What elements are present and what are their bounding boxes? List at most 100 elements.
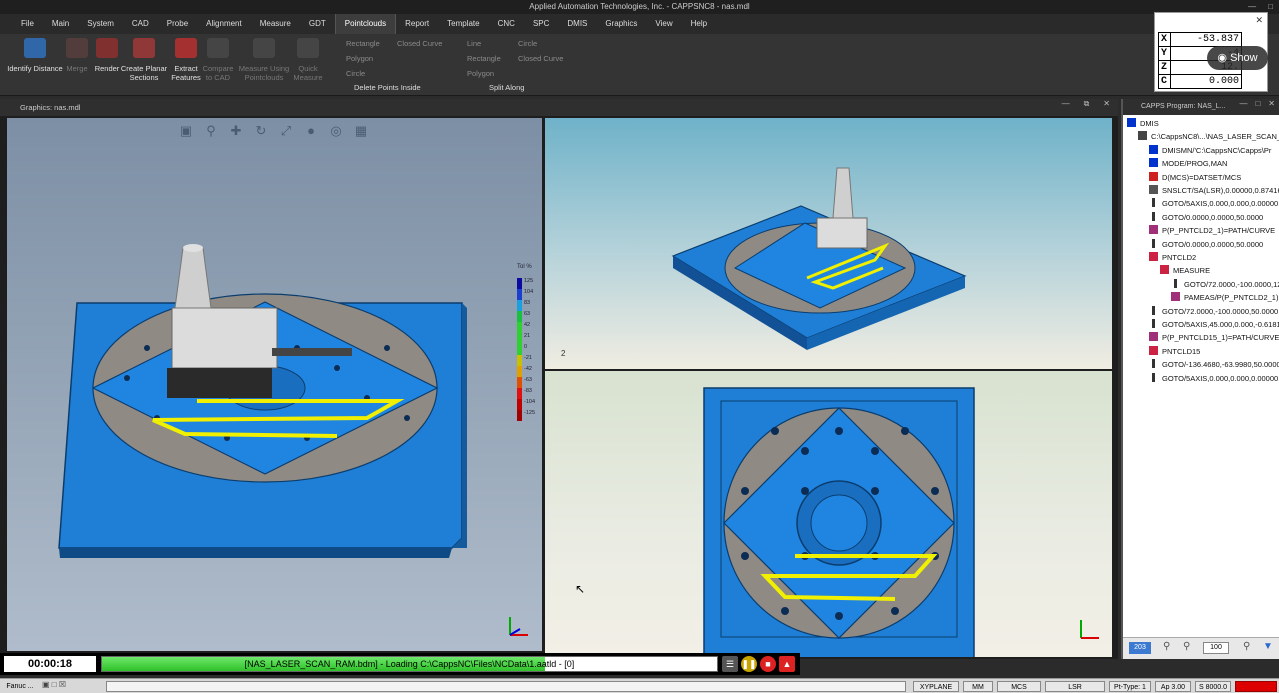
program-window: CAPPS Program: NAS_L... — □ ✕ DMIS C:\Cap… (1121, 99, 1279, 659)
ribbon-button-extract-features[interactable]: Extract Features (168, 38, 204, 82)
tree-item[interactable]: DMIS (1127, 117, 1159, 130)
split-closed-curve-option[interactable]: Closed Curve (518, 54, 563, 63)
tree-item[interactable]: GOTO/0.0000,0.0000,50.0000 (1149, 238, 1263, 251)
menu-cad[interactable]: CAD (123, 14, 158, 34)
tree-item[interactable]: PNTCLD15 (1149, 345, 1200, 358)
plane-indicator[interactable]: XYPLANE (913, 681, 959, 692)
menu-dmis[interactable]: DMIS (558, 14, 596, 34)
tree-item-label: D(MCS)=DATSET/MCS (1162, 172, 1242, 182)
viewport-isometric[interactable]: ▣ ⚲ ✚ ↻ ⤢ ● ◎ ▦ Tol % 125 104 83 63 42 2… (7, 118, 542, 651)
menu-help[interactable]: Help (682, 14, 716, 34)
units-indicator[interactable]: MM (963, 681, 993, 692)
minimize-icon[interactable]: — (1062, 99, 1070, 109)
tree-item[interactable]: PAMEAS/P(P_PNTCLD2_1) (1171, 291, 1278, 304)
ribbon-button-merge[interactable]: Merge (62, 38, 92, 73)
tree-item[interactable]: MODE/PROG,MAN (1149, 157, 1227, 170)
viewport-top-view[interactable]: ↖ (545, 371, 1112, 657)
delete-circle-option[interactable]: Circle (346, 69, 365, 78)
ribbon-button-quick-measure[interactable]: Quick Measure (290, 38, 326, 82)
menu-graphics[interactable]: Graphics (596, 14, 646, 34)
zoom-percent[interactable]: 100 (1203, 642, 1229, 654)
tree-item[interactable]: GOTO/72.0000,-100.0000,50.0000 (1149, 305, 1278, 318)
ribbon-button-compare-to-cad[interactable]: Compare to CAD (200, 38, 236, 82)
legend-tick: 104 (524, 289, 533, 295)
tree-item[interactable]: GOTO/5AXIS,45.000,0.000,-0.61812 (1149, 318, 1279, 331)
split-line-option[interactable]: Line (467, 39, 481, 48)
ribbon-tool-icon (207, 38, 229, 58)
close-icon[interactable]: ✕ (1255, 15, 1263, 26)
ribbon-tool-icon (253, 38, 275, 58)
split-along-label: Split Along (489, 83, 525, 92)
menu-gdt[interactable]: GDT (300, 14, 335, 34)
stop-icon[interactable]: ■ (760, 656, 776, 672)
split-circle-option[interactable]: Circle (518, 39, 537, 48)
pause-icon[interactable]: ❚❚ (741, 656, 757, 672)
ribbon-button-label: Extract Features (171, 64, 201, 82)
split-rectangle-option[interactable]: Rectangle (467, 54, 501, 63)
sensor-indicator[interactable]: LSR (1045, 681, 1105, 692)
delete-closed-curve-option[interactable]: Closed Curve (397, 39, 442, 48)
hole-mark (931, 487, 939, 495)
ribbon-button-create-planar-sections[interactable]: Create Planar Sections (120, 38, 168, 82)
tree-item[interactable]: DMISMN/'C:\CappsNC\Capps\Pr (1149, 144, 1271, 157)
app-tab[interactable]: Fanuc ... (2, 681, 38, 692)
tree-item[interactable]: SNSLCT/SA(LSR),0.00000,0.87416,- (1149, 184, 1279, 197)
point-type-indicator[interactable]: Pt-Type: 1 (1109, 681, 1151, 692)
legend-color-band (517, 322, 522, 333)
tree-item[interactable]: P(P_PNTCLD2_1)=PATH/CURVE (1149, 224, 1275, 237)
menu-spc[interactable]: SPC (524, 14, 558, 34)
ribbon-button-identify-distance[interactable]: Identify Distance (2, 38, 68, 73)
tree-item-label: DMIS (1140, 119, 1159, 128)
tree-item[interactable]: GOTO/72.0000,-100.0000,12.70 (1171, 278, 1279, 291)
coord-system-indicator[interactable]: MCS (997, 681, 1041, 692)
menu-report[interactable]: Report (396, 14, 438, 34)
menu-cnc[interactable]: CNC (489, 14, 524, 34)
tree-item-label: C:\CappsNC8\...\NAS_LASER_SCAN_R (1151, 132, 1279, 142)
viewport-top-right[interactable]: 2 (545, 118, 1112, 369)
restore-icon[interactable]: □ (1255, 99, 1260, 108)
menu-main[interactable]: Main (43, 14, 78, 34)
tree-item[interactable]: MEASURE (1160, 264, 1210, 277)
delete-polygon-option[interactable]: Polygon (346, 54, 373, 63)
tree-item[interactable]: GOTO/0.0000,0.0000,50.0000 (1149, 211, 1263, 224)
menu-file[interactable]: File (12, 14, 43, 34)
menu-system[interactable]: System (78, 14, 123, 34)
aperture-indicator[interactable]: Ap 3.00 (1155, 681, 1191, 692)
tree-item[interactable]: GOTO/-136.4680,-63.9980,50.0000 (1149, 358, 1279, 371)
alert-icon[interactable]: ▲ (779, 656, 795, 672)
menu-alignment[interactable]: Alignment (197, 14, 251, 34)
ribbon-button-measure-using-pointclouds[interactable]: Measure Using Pointclouds (236, 38, 292, 82)
tree-item[interactable]: GOTO/5AXIS,0.000,0.000,0.00000,- (1149, 197, 1279, 210)
axis-triad-icon (509, 617, 528, 636)
minimize-icon[interactable]: — (1239, 99, 1247, 108)
tree-item[interactable]: P(P_PNTCLD15_1)=PATH/CURVE (1149, 331, 1279, 344)
tree-item[interactable]: PNTCLD2 (1149, 251, 1196, 264)
menu-probe[interactable]: Probe (158, 14, 197, 34)
tree-item[interactable]: C:\CappsNC8\...\NAS_LASER_SCAN_R (1138, 130, 1279, 143)
restore-icon[interactable]: ⧉ (1084, 99, 1090, 109)
list-icon[interactable]: ☰ (722, 656, 738, 672)
tree-item[interactable]: D(MCS)=DATSET/MCS (1149, 171, 1241, 184)
filter-icon[interactable]: ▼ (1263, 641, 1273, 652)
speed-indicator[interactable]: S 8000.0 (1195, 681, 1231, 692)
close-icon[interactable]: ✕ (1103, 99, 1110, 109)
menu-pointclouds[interactable]: Pointclouds (334, 14, 397, 34)
legend-color-band (517, 388, 522, 399)
tree-item-label: P(P_PNTCLD15_1)=PATH/CURVE (1162, 333, 1279, 343)
menu-view[interactable]: View (646, 14, 681, 34)
part-model-iso-2 (671, 167, 967, 350)
split-polygon-option[interactable]: Polygon (467, 69, 494, 78)
menu-template[interactable]: Template (438, 14, 488, 34)
close-icon[interactable]: ✕ (1268, 99, 1275, 108)
maximize-icon[interactable]: □ (1268, 0, 1273, 14)
tree-item[interactable]: GOTO/5AXIS,0.000,0.000,0.00000,- (1149, 372, 1279, 385)
program-tree: DMIS C:\CappsNC8\...\NAS_LASER_SCAN_R DMIS… (1123, 117, 1279, 637)
ribbon-button-render[interactable]: Render (92, 38, 122, 73)
show-button[interactable]: ◉ Show (1207, 46, 1268, 70)
zoom-out-icon[interactable]: ⚲ (1183, 641, 1190, 652)
delete-rectangle-option[interactable]: Rectangle (346, 39, 380, 48)
menu-measure[interactable]: Measure (251, 14, 300, 34)
search-icon[interactable]: ⚲ (1243, 641, 1250, 652)
zoom-in-icon[interactable]: ⚲ (1163, 641, 1170, 652)
tree-item-label: GOTO/5AXIS,45.000,0.000,-0.61812 (1162, 320, 1279, 329)
